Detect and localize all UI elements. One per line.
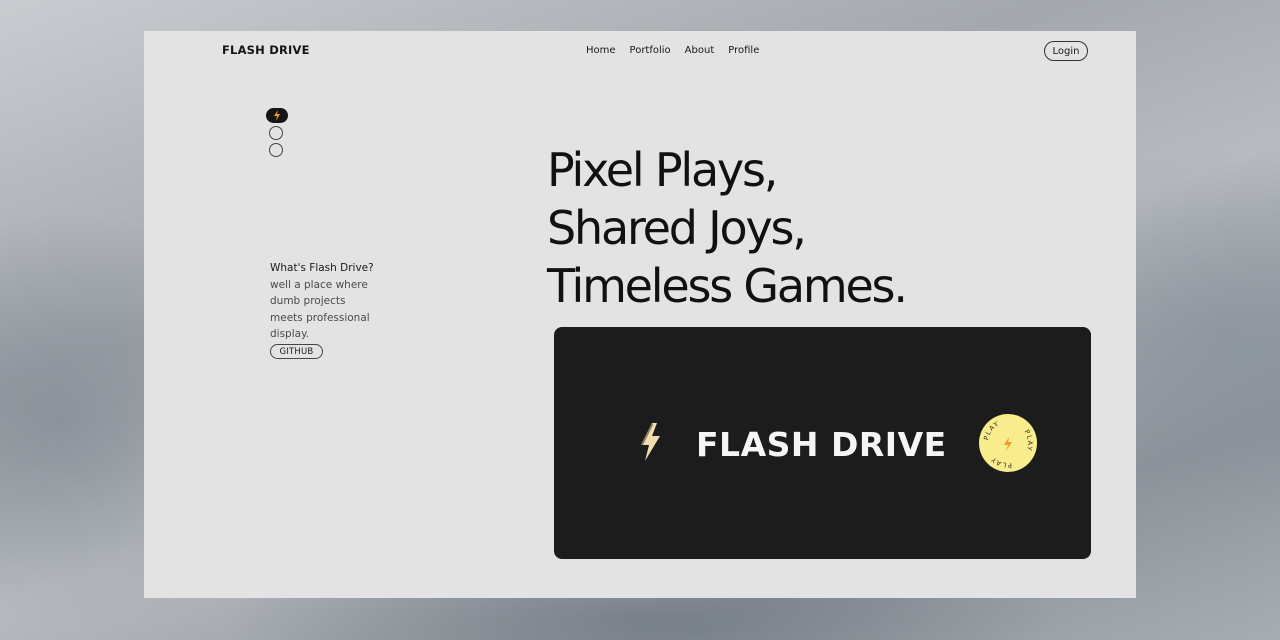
login-button[interactable]: Login: [1044, 41, 1088, 61]
lightning-bolt-icon: [641, 423, 660, 461]
brand-logo[interactable]: FLASH DRIVE: [222, 43, 310, 57]
about-answer-line: dumb projects: [270, 295, 346, 307]
slider-dot-2[interactable]: [269, 126, 283, 140]
play-button[interactable]: PLAY PLAY PLAY: [978, 413, 1038, 473]
about-question: What's Flash Drive?: [270, 262, 374, 274]
hero-heading: Pixel Plays, Shared Joys, Timeless Games…: [547, 141, 908, 315]
lightning-bolt-icon: [274, 110, 280, 121]
about-answer-line: meets professional: [270, 311, 370, 324]
hero-line: Timeless Games.: [547, 259, 908, 313]
about-answer-line: well a place where: [270, 278, 368, 291]
nav-item-portfolio[interactable]: Portfolio: [630, 45, 671, 56]
hero-line: Pixel Plays,: [547, 143, 778, 197]
hero-line: Shared Joys,: [547, 201, 807, 255]
about-answer-line: display.: [270, 328, 310, 340]
browser-page: FLASH DRIVE Home Portfolio About Profile…: [144, 31, 1136, 598]
slider-dot-3[interactable]: [269, 143, 283, 157]
nav-item-home[interactable]: Home: [586, 45, 616, 56]
nav-item-about[interactable]: About: [685, 45, 715, 56]
about-blurb: What's Flash Drive? well a place where d…: [270, 260, 400, 360]
game-card[interactable]: FLASH DRIVE PLAY PLAY PLAY: [554, 327, 1091, 559]
nav-item-profile[interactable]: Profile: [728, 45, 759, 56]
slider-dots: [266, 108, 288, 157]
slider-dot-1[interactable]: [266, 108, 288, 123]
github-button[interactable]: GITHUB: [270, 344, 323, 360]
card-title: FLASH DRIVE: [696, 425, 947, 464]
main-nav: Home Portfolio About Profile: [586, 45, 759, 56]
